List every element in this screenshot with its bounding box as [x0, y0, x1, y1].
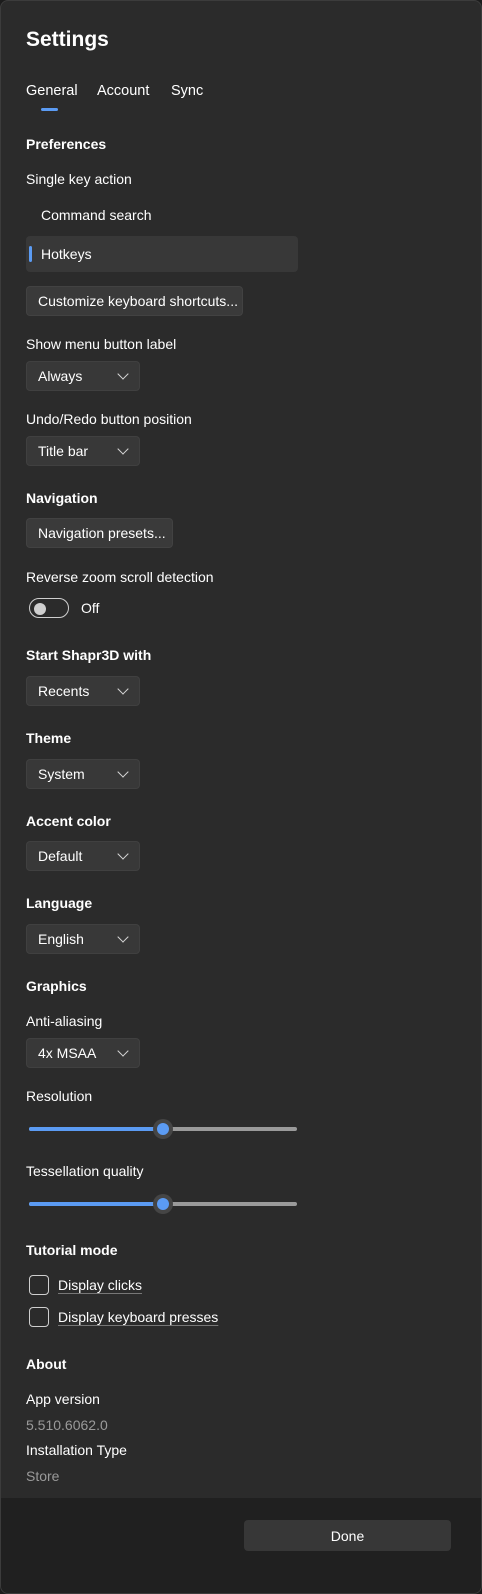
anti-aliasing-dropdown[interactable]: 4x MSAA — [26, 1038, 140, 1068]
tab-sync[interactable]: Sync — [171, 83, 203, 99]
chevron-down-icon — [117, 930, 129, 943]
tab-general[interactable]: General — [26, 83, 78, 99]
option-label: Command search — [41, 207, 152, 223]
about-heading: About — [26, 1356, 67, 1372]
option-label: Hotkeys — [41, 246, 92, 262]
slider-thumb[interactable] — [153, 1194, 173, 1214]
anti-aliasing-label: Anti-aliasing — [26, 1013, 103, 1029]
chevron-down-icon — [117, 442, 129, 455]
chevron-down-icon — [117, 765, 129, 778]
theme-dropdown[interactable]: System — [26, 759, 140, 789]
app-version-value: 5.510.6062.0 — [26, 1417, 108, 1433]
navigation-heading: Navigation — [26, 490, 98, 506]
start-with-heading: Start Shapr3D with — [26, 647, 152, 663]
resolution-slider[interactable] — [29, 1119, 297, 1139]
dropdown-value: 4x MSAA — [38, 1045, 97, 1061]
chevron-down-icon — [117, 1044, 129, 1057]
language-dropdown[interactable]: English — [26, 924, 140, 954]
display-clicks-checkbox[interactable] — [29, 1275, 49, 1295]
settings-window: Settings General Account Sync Preference… — [0, 0, 482, 1594]
tab-account[interactable]: Account — [97, 83, 149, 99]
dropdown-value: Always — [38, 368, 83, 384]
chevron-down-icon — [117, 367, 129, 380]
tab-selected-indicator — [41, 108, 58, 111]
installation-type-value: Store — [26, 1468, 60, 1484]
accent-color-dropdown[interactable]: Default — [26, 841, 140, 871]
page-title: Settings — [26, 28, 109, 51]
single-key-option-command-search[interactable]: Command search — [26, 197, 298, 233]
graphics-heading: Graphics — [26, 978, 87, 994]
slider-fill — [29, 1202, 163, 1206]
show-menu-label-dropdown[interactable]: Always — [26, 361, 140, 391]
dropdown-value: English — [38, 931, 84, 947]
app-version-label: App version — [26, 1391, 100, 1407]
undo-redo-position-dropdown[interactable]: Title bar — [26, 436, 140, 466]
slider-thumb[interactable] — [153, 1119, 173, 1139]
reverse-zoom-toggle[interactable] — [29, 598, 69, 618]
selection-indicator — [29, 246, 32, 262]
single-key-action-label: Single key action — [26, 171, 132, 187]
display-keyboard-presses-checkbox[interactable] — [29, 1307, 49, 1327]
display-keyboard-presses-label[interactable]: Display keyboard presses — [58, 1309, 218, 1325]
slider-fill — [29, 1127, 163, 1131]
tutorial-mode-heading: Tutorial mode — [26, 1242, 118, 1258]
dropdown-value: Recents — [38, 683, 90, 699]
preferences-heading: Preferences — [26, 136, 107, 152]
single-key-option-hotkeys[interactable]: Hotkeys — [26, 236, 298, 272]
dropdown-value: System — [38, 766, 85, 782]
dropdown-value: Default — [38, 848, 83, 864]
theme-heading: Theme — [26, 730, 72, 746]
reverse-zoom-label: Reverse zoom scroll detection — [26, 569, 214, 585]
show-menu-label-label: Show menu button label — [26, 336, 177, 352]
language-heading: Language — [26, 895, 93, 911]
tessellation-quality-slider[interactable] — [29, 1194, 297, 1214]
chevron-down-icon — [117, 847, 129, 860]
tessellation-quality-label: Tessellation quality — [26, 1163, 144, 1179]
done-button[interactable]: Done — [244, 1520, 451, 1551]
display-clicks-label[interactable]: Display clicks — [58, 1277, 142, 1293]
customize-keyboard-shortcuts-button[interactable]: Customize keyboard shortcuts... — [26, 286, 243, 316]
resolution-label: Resolution — [26, 1088, 93, 1104]
toggle-knob — [34, 603, 46, 615]
navigation-presets-button[interactable]: Navigation presets... — [26, 518, 173, 548]
reverse-zoom-state: Off — [81, 600, 100, 616]
installation-type-label: Installation Type — [26, 1442, 127, 1458]
start-with-dropdown[interactable]: Recents — [26, 676, 140, 706]
dropdown-value: Title bar — [38, 443, 89, 459]
undo-redo-position-label: Undo/Redo button position — [26, 411, 192, 427]
chevron-down-icon — [117, 682, 129, 695]
accent-color-heading: Accent color — [26, 813, 111, 829]
